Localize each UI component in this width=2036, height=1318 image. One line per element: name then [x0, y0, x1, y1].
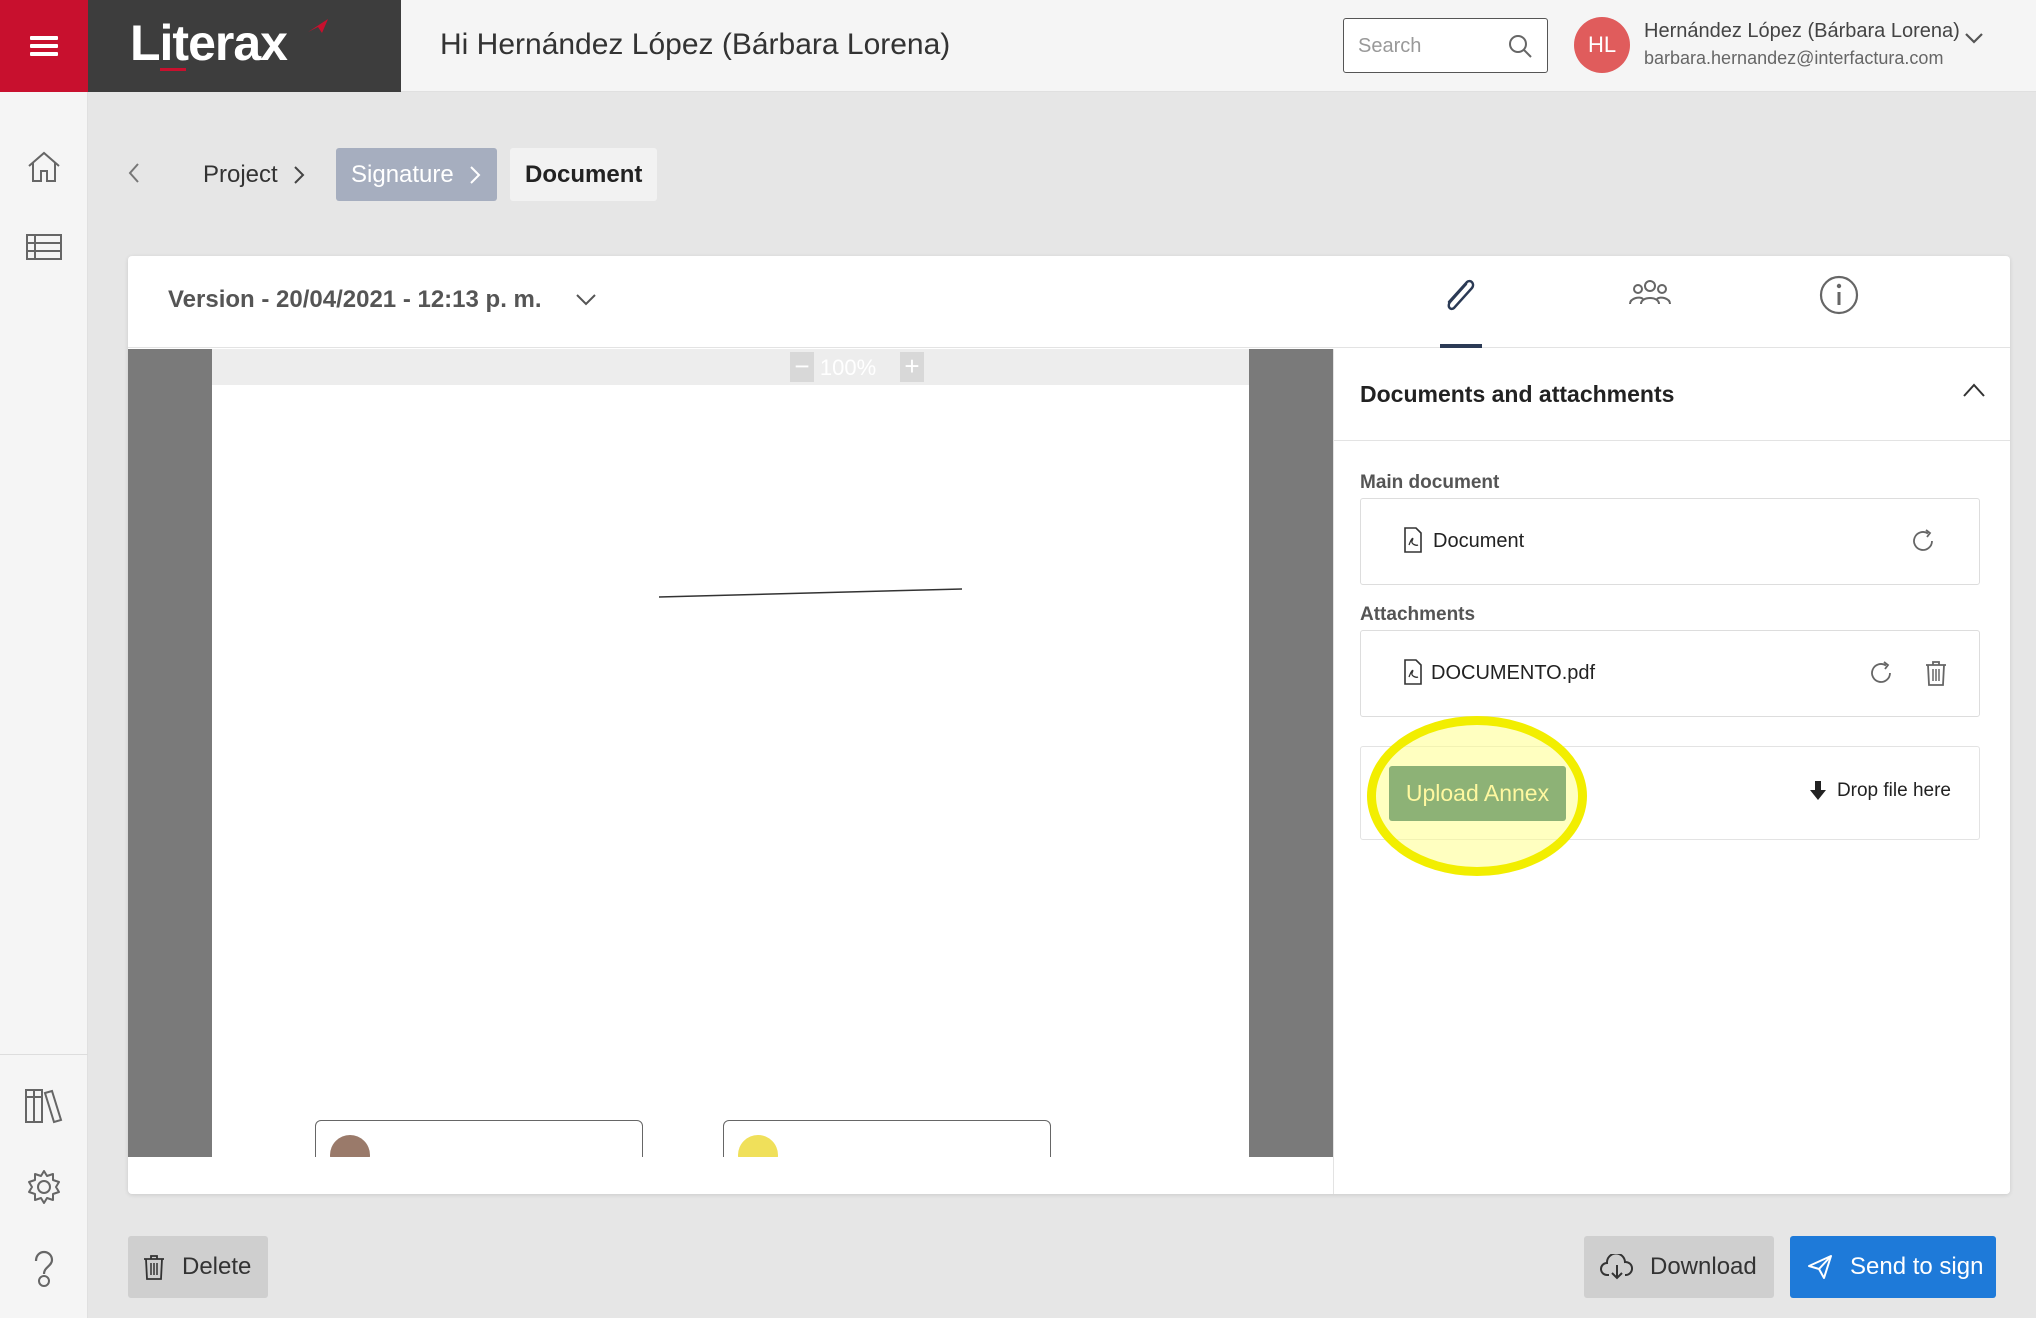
trash-icon: [142, 1253, 166, 1281]
send-to-sign-label: Send to sign: [1850, 1253, 1984, 1280]
users-icon: [1629, 280, 1671, 305]
trash-icon: [1926, 661, 1946, 686]
greeting-title: Hi Hernández López (Bárbara Lorena): [440, 28, 951, 61]
attachment-name: DOCUMENTO.pdf: [1431, 662, 1596, 684]
main-document-label: Main document: [1360, 472, 1500, 493]
breadcrumb-document-label: Document: [525, 160, 643, 188]
breadcrumb-signature[interactable]: Signature: [336, 148, 497, 201]
help-icon: [34, 1250, 54, 1287]
main-document-row[interactable]: Document: [1360, 498, 1980, 585]
drop-file-text: Drop file here: [1836, 780, 1951, 801]
main-document-name: Document: [1433, 530, 1525, 552]
chevron-up-icon[interactable]: [1961, 381, 1987, 399]
hamburger-menu-button[interactable]: [0, 0, 88, 92]
signature-line: [658, 588, 963, 598]
breadcrumb-project[interactable]: Project: [188, 148, 321, 201]
sidebar-item-help[interactable]: [17, 1242, 71, 1296]
delete-attachment-button[interactable]: [1921, 656, 1951, 690]
send-to-sign-button[interactable]: Send to sign: [1790, 1236, 1996, 1298]
paperclip-icon: [1447, 279, 1475, 311]
signature-box[interactable]: [723, 1120, 1051, 1157]
tab-attachments[interactable]: [1428, 274, 1492, 348]
user-menu[interactable]: HL Hernández López (Bárbara Lorena) barb…: [1574, 14, 2014, 76]
info-icon: [1819, 275, 1859, 315]
signer-badge: [738, 1135, 778, 1157]
breadcrumb-signature-label: Signature: [351, 160, 454, 188]
delete-label: Delete: [182, 1253, 252, 1280]
drop-file-zone[interactable]: Drop file here: [1809, 780, 1951, 802]
download-label: Download: [1650, 1253, 1757, 1280]
document-card: Version - 20/04/2021 - 12:13 p. m. − 100…: [128, 256, 2010, 1194]
delete-button[interactable]: Delete: [128, 1236, 268, 1298]
sidebar-item-settings[interactable]: [17, 1160, 71, 1214]
card-header: Version - 20/04/2021 - 12:13 p. m.: [128, 256, 2010, 348]
attachment-row[interactable]: DOCUMENTO.pdf: [1360, 630, 1980, 717]
logo[interactable]: Literax: [88, 0, 401, 92]
panel-header[interactable]: Documents and attachments: [1334, 349, 2010, 441]
hamburger-icon: [30, 36, 58, 56]
pdf-viewer[interactable]: − 100% +: [128, 349, 1333, 1157]
upload-area: Upload Annex Drop file here: [1360, 716, 1980, 876]
chevron-left-icon: [128, 163, 139, 183]
gear-icon: [28, 1170, 60, 1204]
user-email: barbara.hernandez@interfactura.com: [1644, 48, 1944, 68]
user-name: Hernández López (Bárbara Lorena): [1644, 20, 1960, 42]
pdf-page: [212, 349, 1249, 1157]
zoom-toolbar: − 100% +: [212, 349, 1249, 385]
zoom-in-button[interactable]: +: [900, 352, 924, 382]
top-bar: Literax Hi Hernández López (Bárbara Lore…: [0, 0, 2036, 92]
sidebar-item-library[interactable]: [17, 1078, 71, 1132]
active-tab-indicator: [1440, 344, 1482, 348]
breadcrumb-project-label: Project: [203, 160, 278, 188]
search-input[interactable]: [1358, 31, 1498, 61]
replace-document-button[interactable]: [1909, 524, 1939, 558]
upload-annex-button[interactable]: Upload Annex: [1389, 766, 1566, 821]
sidebar: [0, 92, 88, 1318]
pdf-file-icon: [1404, 659, 1422, 685]
search-icon[interactable]: [1507, 33, 1533, 59]
replace-attachment-button[interactable]: [1867, 656, 1897, 690]
avatar: HL: [1574, 17, 1630, 73]
logo-mark-icon: [308, 19, 328, 33]
refresh-icon: [1913, 529, 1933, 551]
refresh-icon: [1871, 661, 1891, 683]
send-icon: [1806, 1253, 1834, 1281]
pdf-file-icon: [1404, 527, 1422, 553]
cloud-download-icon: [1600, 1254, 1634, 1280]
sidebar-divider: [0, 1054, 88, 1055]
home-icon: [28, 151, 60, 182]
documents-panel: Documents and attachments Main document …: [1333, 349, 2010, 1194]
chevron-down-icon[interactable]: [1962, 26, 1986, 50]
zoom-level: 100%: [819, 355, 877, 380]
search-box: [1343, 18, 1548, 73]
chevron-right-icon: [468, 164, 482, 186]
list-table-icon: [26, 234, 62, 260]
zoom-out-button[interactable]: −: [790, 352, 814, 382]
chevron-right-icon: [292, 164, 306, 186]
arrow-down-icon: [1809, 780, 1827, 802]
download-button[interactable]: Download: [1584, 1236, 1774, 1298]
signer-badge: [330, 1135, 370, 1157]
back-button[interactable]: [120, 158, 148, 188]
breadcrumb-document: Document: [510, 148, 658, 201]
chevron-down-icon: [574, 292, 598, 308]
version-select[interactable]: Version - 20/04/2021 - 12:13 p. m.: [168, 286, 598, 314]
sidebar-item-list[interactable]: [17, 220, 71, 274]
attachments-label: Attachments: [1360, 604, 1476, 625]
logo-underline: [160, 68, 186, 71]
version-label: Version - 20/04/2021 - 12:13 p. m.: [168, 286, 542, 313]
tab-info[interactable]: [1807, 274, 1871, 348]
library-icon: [25, 1089, 63, 1124]
tab-participants[interactable]: [1618, 274, 1682, 348]
signature-box[interactable]: [315, 1120, 643, 1157]
sidebar-item-home[interactable]: [17, 140, 71, 194]
panel-title: Documents and attachments: [1360, 381, 1675, 407]
logo-text: Literax: [130, 15, 288, 71]
